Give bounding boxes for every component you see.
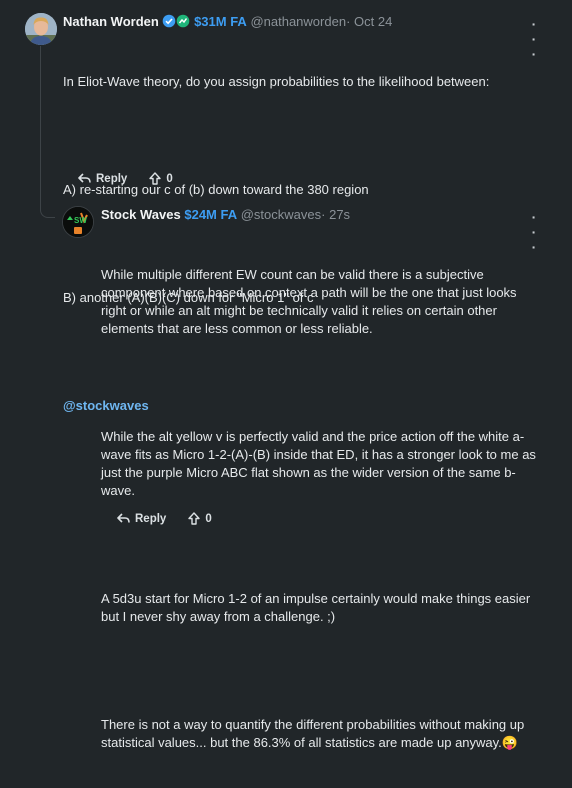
post-header: Nathan Worden $31M FA @nathanworden· Oct… xyxy=(63,14,392,30)
post-body: While multiple different EW count can be… xyxy=(101,230,551,788)
reply-button[interactable]: Reply xyxy=(78,173,127,185)
author-name[interactable]: Stock Waves xyxy=(101,207,181,222)
verified-badge-icon xyxy=(162,14,176,28)
upvote-arrow-icon xyxy=(149,172,162,185)
thread-connector-line xyxy=(40,46,41,209)
active-trader-badge-icon xyxy=(176,14,190,28)
reply-label: Reply xyxy=(135,512,167,525)
author-handle[interactable]: @stockwaves xyxy=(241,207,321,222)
header-separator: · xyxy=(321,207,326,222)
header-separator: · xyxy=(346,14,351,29)
stockwaves-logo-icon: SW xyxy=(63,207,93,237)
avatar[interactable]: SW xyxy=(62,206,94,238)
upvote-arrow-icon xyxy=(188,512,201,525)
reply-arrow-icon xyxy=(117,513,130,523)
market-cap-badge[interactable]: $31M FA xyxy=(194,14,247,29)
post-paragraph: A 5d3u start for Micro 1-2 of an impulse… xyxy=(101,591,531,624)
upvote-count: 0 xyxy=(205,512,212,525)
post-actions: Reply 0 xyxy=(78,172,173,185)
market-cap-badge[interactable]: $24M FA xyxy=(184,207,237,222)
upvote-button[interactable]: 0 xyxy=(188,512,212,525)
reply-arrow-icon xyxy=(78,173,91,183)
post-date[interactable]: 27s xyxy=(329,207,350,222)
post-paragraph: While the alt yellow v is perfectly vali… xyxy=(101,429,536,498)
post-paragraph: In Eliot-Wave theory, do you assign prob… xyxy=(63,74,490,89)
avatar[interactable] xyxy=(25,13,57,45)
thread-connector-curve xyxy=(40,200,55,218)
author-handle[interactable]: @nathanworden xyxy=(250,14,346,29)
post-actions: Reply 0 xyxy=(117,512,212,525)
post-paragraph: There is not a way to quantify the diffe… xyxy=(101,717,525,750)
upvote-button[interactable]: 0 xyxy=(149,172,173,185)
reply-label: Reply xyxy=(96,172,128,185)
logo-letters: SW xyxy=(74,216,87,225)
author-name[interactable]: Nathan Worden xyxy=(63,14,159,29)
upvote-count: 0 xyxy=(166,172,173,185)
post-paragraph: While multiple different EW count can be… xyxy=(101,267,517,336)
reply-button[interactable]: Reply xyxy=(117,513,166,525)
post-header: Stock Waves $24M FA @stockwaves· 27s xyxy=(101,207,350,223)
avatar-image xyxy=(25,13,57,45)
post-date[interactable]: Oct 24 xyxy=(354,14,392,29)
